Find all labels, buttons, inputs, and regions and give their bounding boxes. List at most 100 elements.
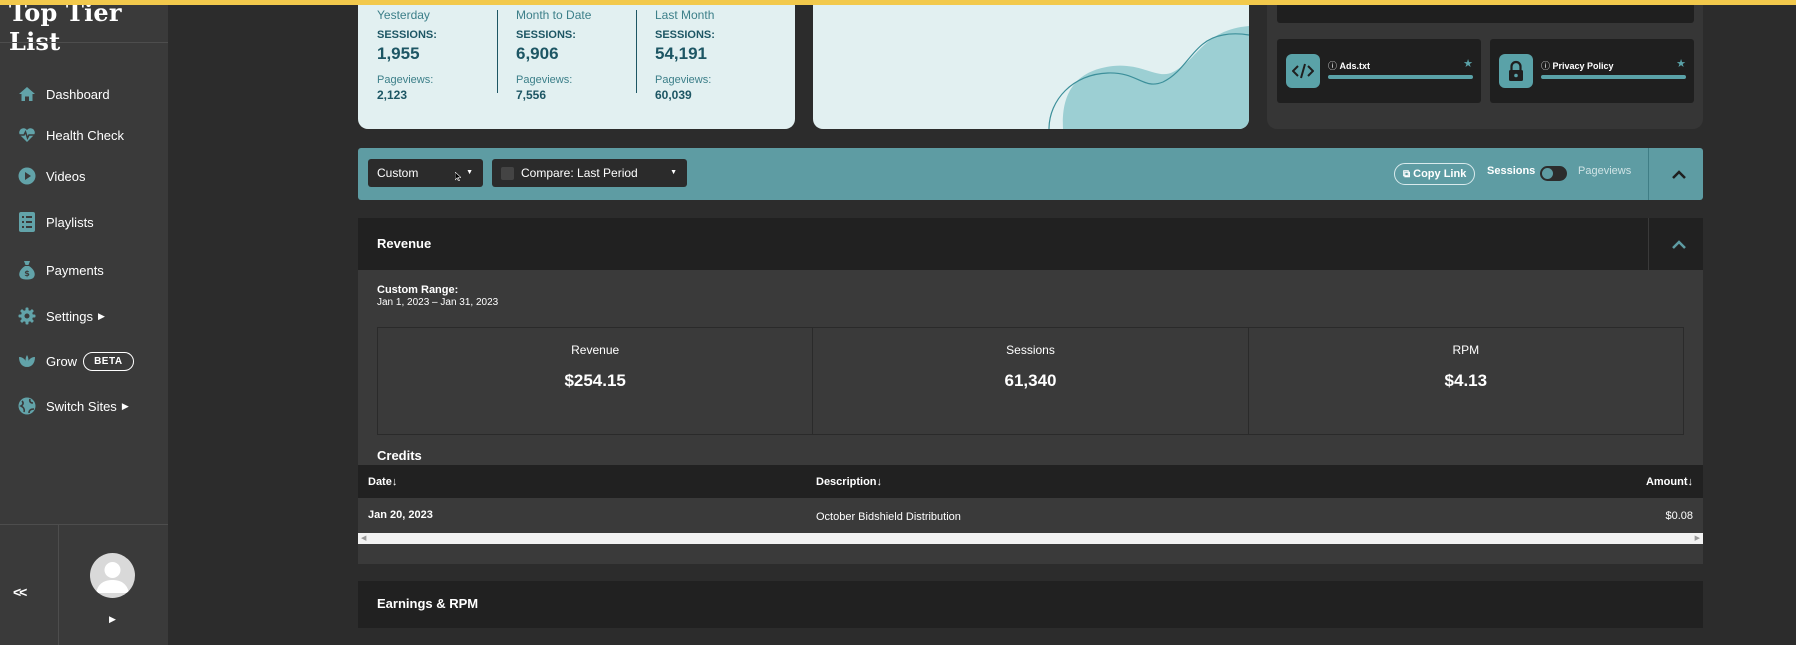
mouse-cursor-icon [455, 172, 461, 181]
earnings-title: Earnings & RPM [377, 596, 479, 611]
sidebar-item-label: Grow [46, 353, 78, 369]
copy-icon: ⧉ [1403, 168, 1411, 180]
caret-right-icon: ▶ [97, 310, 105, 321]
stat-period: Last Month [655, 8, 715, 22]
heartbeat-icon [16, 124, 38, 146]
stat-pageviews-value: 60,039 [655, 88, 692, 102]
date-range-select[interactable]: Custom ▼ [368, 159, 483, 187]
top-accent-bar [0, 0, 1796, 5]
credits-table-header: Date↓ Description↓ Amount↓ [358, 465, 1703, 498]
compare-color-swatch [501, 166, 514, 180]
scroll-left-icon[interactable]: ◀ [361, 534, 366, 542]
stat-sessions-value: 1,955 [377, 44, 420, 63]
sidebar: Top Tier List Dashboard Health Check Vid… [0, 0, 168, 645]
play-icon [16, 165, 38, 187]
tool-ads-txt[interactable]: ⓘ Ads.txt ★ [1277, 39, 1481, 103]
column-header-amount[interactable]: Amount↓ [1646, 476, 1693, 488]
revenue-metrics: Revenue $254.15 Sessions 61,340 RPM $4.1… [377, 327, 1684, 435]
chevron-down-icon: ▼ [670, 169, 677, 176]
stat-pageviews-label: Pageviews: [655, 74, 712, 86]
filter-divider [1648, 148, 1649, 200]
column-header-description[interactable]: Description↓ [816, 476, 882, 488]
sidebar-item-label: Payments [46, 262, 104, 278]
sidebar-item-label: Switch Sites [46, 398, 117, 414]
earnings-rpm-panel[interactable]: Earnings & RPM [358, 581, 1703, 628]
tool-label-text: Ads.txt [1339, 61, 1371, 71]
info-icon: ⓘ [1328, 61, 1340, 71]
stat-sessions-label: SESSIONS: [655, 29, 715, 41]
brand-title[interactable]: Top Tier List [9, 0, 168, 56]
chevron-up-icon[interactable] [1668, 163, 1690, 185]
home-icon [16, 83, 38, 105]
globe-icon [16, 395, 38, 417]
header-divider [1648, 218, 1649, 270]
revenue-header: Revenue [358, 218, 1703, 270]
revenue-title: Revenue [377, 236, 432, 251]
tool-label-text: Privacy Policy [1552, 61, 1614, 71]
sidebar-item-label: Health Check [46, 127, 125, 143]
tool-privacy-policy[interactable]: ⓘ Privacy Policy ★ [1490, 39, 1694, 103]
metric-label: RPM [1452, 343, 1480, 357]
star-icon[interactable]: ★ [1676, 57, 1686, 70]
tool-progress-bar [1541, 75, 1686, 79]
chevron-down-icon: ▼ [466, 169, 473, 176]
star-icon[interactable]: ★ [1463, 57, 1473, 70]
caret-right-icon[interactable]: ▶ [109, 614, 116, 625]
stat-pageviews-value: 7,556 [516, 88, 547, 102]
svg-text:$: $ [24, 269, 30, 278]
stat-divider [497, 10, 498, 93]
metric-revenue: Revenue $254.15 [378, 328, 814, 434]
custom-range-label: Custom Range: [377, 284, 459, 296]
stat-period: Yesterday [377, 8, 430, 22]
compare-select[interactable]: Compare: Last Period ▼ [492, 159, 687, 187]
column-header-date[interactable]: Date↓ [368, 476, 397, 488]
stat-last-month: Last Month SESSIONS: 54,191 Pageviews: 6… [655, 8, 785, 102]
tool-progress-bar [1328, 75, 1473, 79]
cell-description: October Bidshield Distribution [816, 511, 961, 523]
session-stats-card: Yesterday SESSIONS: 1,955 Pageviews: 2,1… [358, 0, 795, 129]
gear-icon [16, 305, 38, 327]
list-icon [16, 211, 38, 233]
sidebar-item-playlists[interactable]: Playlists [16, 210, 94, 234]
tool-label: ⓘ Ads.txt [1328, 59, 1370, 72]
sidebar-footer: << ▶ [0, 524, 168, 645]
code-icon [1286, 54, 1320, 88]
stat-period: Month to Date [516, 8, 592, 22]
avatar[interactable] [90, 553, 135, 598]
tool-label: ⓘ Privacy Policy [1541, 59, 1614, 72]
sidebar-item-dashboard[interactable]: Dashboard [16, 82, 110, 106]
sidebar-item-switch-sites[interactable]: Switch Sites ▶ [16, 394, 129, 418]
stat-divider [636, 10, 637, 93]
collapse-sidebar-button[interactable]: << [13, 584, 27, 600]
stat-sessions-value: 54,191 [655, 44, 707, 63]
sidebar-item-payments[interactable]: $ Payments [16, 258, 104, 282]
date-range-value: Custom [377, 166, 419, 180]
tools-card: ⓘ Ads.txt ★ ⓘ Privacy Policy ★ [1267, 0, 1703, 129]
horizontal-scrollbar[interactable]: ◀ ▶ [358, 533, 1703, 544]
sessions-pageviews-toggle[interactable] [1540, 166, 1567, 181]
table-row: Jan 20, 2023 October Bidshield Distribut… [358, 499, 1703, 533]
copy-link-button[interactable]: ⧉ Copy Link [1394, 163, 1476, 185]
stat-month-to-date: Month to Date SESSIONS: 6,906 Pageviews:… [516, 8, 646, 102]
toggle-knob [1542, 168, 1553, 179]
beta-badge: BETA [83, 351, 134, 371]
sidebar-item-settings[interactable]: Settings ▶ [16, 304, 105, 328]
money-bag-icon: $ [16, 259, 38, 281]
sidebar-item-grow[interactable]: Grow BETA [16, 349, 134, 373]
leaf-icon [16, 350, 38, 372]
sidebar-item-videos[interactable]: Videos [16, 164, 86, 188]
stat-sessions-label: SESSIONS: [377, 29, 437, 41]
footer-divider [58, 525, 59, 645]
info-icon: ⓘ [1541, 61, 1553, 71]
metric-value: 61,340 [1004, 371, 1057, 390]
pageviews-toggle-label: Pageviews [1578, 165, 1632, 177]
credits-title: Credits [377, 448, 422, 463]
scroll-right-icon[interactable]: ▶ [1695, 534, 1700, 542]
stat-pageviews-label: Pageviews: [516, 74, 573, 86]
sidebar-item-health-check[interactable]: Health Check [16, 123, 124, 147]
chevron-up-icon[interactable] [1668, 233, 1690, 255]
lock-icon [1499, 54, 1533, 88]
metric-value: $254.15 [564, 371, 626, 390]
caret-right-icon: ▶ [121, 400, 129, 411]
wave-illustration [1048, 26, 1249, 129]
